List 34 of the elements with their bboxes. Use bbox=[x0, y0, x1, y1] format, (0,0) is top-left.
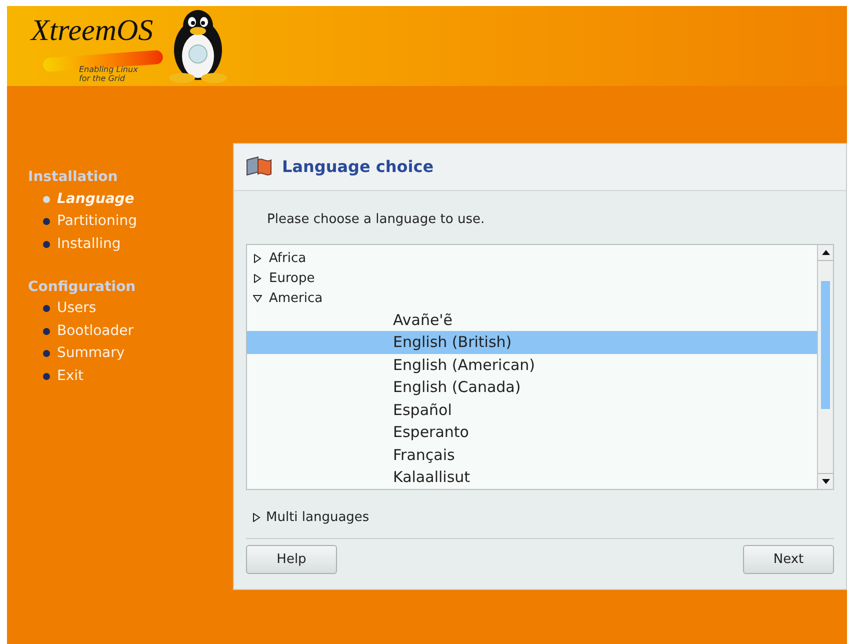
language-row[interactable]: English (American) bbox=[247, 354, 817, 376]
logo-tagline: Enabling Linux bbox=[79, 65, 138, 74]
language-row[interactable]: Esperanto bbox=[247, 421, 817, 444]
collapsed-triangle-icon[interactable] bbox=[253, 274, 262, 283]
panel-title: Language choice bbox=[282, 156, 434, 178]
language-row[interactable]: Español bbox=[247, 398, 817, 421]
sidebar-section-title: Configuration bbox=[28, 278, 137, 296]
multi-languages-expander[interactable]: Multi languages bbox=[252, 508, 370, 527]
tree-group-row[interactable]: Europe bbox=[247, 268, 817, 288]
bullet-icon bbox=[43, 240, 50, 248]
tree-group-row[interactable]: America bbox=[247, 288, 817, 308]
scrollbar-thumb[interactable] bbox=[821, 280, 830, 408]
language-row[interactable]: English (British) bbox=[247, 331, 817, 354]
dialog-button[interactable]: Next bbox=[743, 545, 834, 574]
sidebar-section-title: Installation bbox=[28, 168, 119, 187]
bullet-icon bbox=[43, 328, 50, 335]
bullet-icon bbox=[43, 305, 50, 312]
logo-text: XtreemOS bbox=[31, 16, 154, 46]
bullet-icon bbox=[43, 218, 50, 226]
language-row[interactable]: English (Canada) bbox=[247, 376, 817, 398]
expanded-triangle-icon[interactable] bbox=[253, 294, 262, 303]
collapsed-triangle-icon[interactable] bbox=[252, 512, 261, 522]
logo-tagline: for the Grid bbox=[79, 74, 126, 83]
collapsed-triangle-icon[interactable] bbox=[253, 254, 262, 263]
language-row[interactable]: Kalaallisut bbox=[247, 466, 817, 488]
bullet-icon bbox=[43, 350, 50, 358]
bullet-icon bbox=[43, 196, 50, 203]
scrollbar[interactable] bbox=[817, 244, 833, 488]
language-row[interactable]: Français bbox=[247, 444, 817, 466]
dialog-button[interactable]: Help bbox=[246, 545, 337, 574]
language-row[interactable]: Avañe'ẽ bbox=[247, 308, 817, 331]
bullet-icon bbox=[43, 372, 50, 380]
tree-group-row[interactable]: Africa bbox=[247, 248, 817, 268]
prompt-text: Please choose a language to use. bbox=[267, 211, 485, 229]
